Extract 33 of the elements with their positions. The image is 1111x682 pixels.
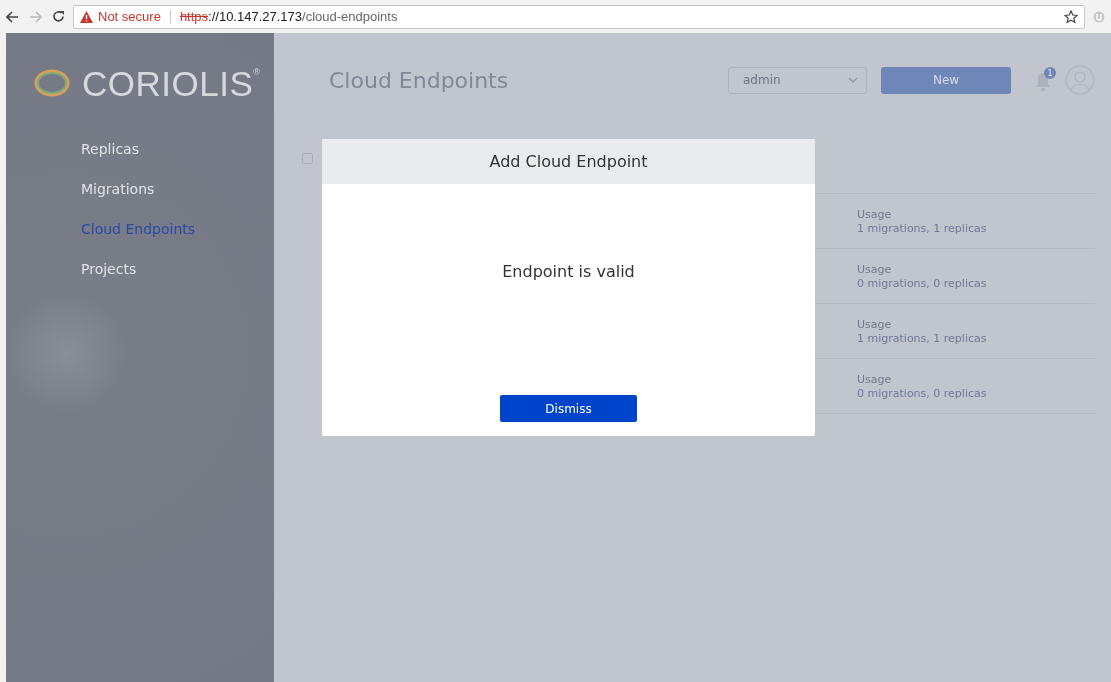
- warning-icon: [80, 10, 93, 23]
- reload-icon[interactable]: [52, 10, 65, 23]
- extension-icon[interactable]: [1093, 10, 1105, 23]
- nav-item[interactable]: Cloud Endpoints: [81, 219, 196, 240]
- back-icon[interactable]: [6, 10, 19, 23]
- nav-item[interactable]: Migrations: [81, 179, 155, 200]
- usage-label: Usage: [857, 262, 892, 276]
- notification-badge: 1: [1044, 67, 1056, 79]
- star-icon[interactable]: [1064, 9, 1078, 24]
- usage-value: 1 migrations, 1 replicas: [857, 221, 987, 235]
- usage-label: Usage: [857, 372, 892, 386]
- security-label: Not secure: [98, 9, 161, 24]
- forward-icon[interactable]: [29, 10, 42, 23]
- dialog-message: Endpoint is valid: [502, 262, 635, 283]
- logo-text: CORIOLIS$^{®}$: [82, 65, 261, 101]
- chevron-down-icon: [848, 77, 858, 83]
- project-dropdown[interactable]: admin: [728, 66, 867, 94]
- logo-icon: [34, 68, 70, 98]
- usage-value: 0 migrations, 0 replicas: [857, 276, 987, 290]
- dialog-title: Add Cloud Endpoint: [489, 152, 648, 171]
- page-title: Cloud Endpoints: [329, 67, 510, 93]
- select-all-checkbox[interactable]: [302, 153, 313, 164]
- usage-value: 0 migrations, 0 replicas: [857, 386, 987, 400]
- dismiss-button[interactable]: Dismiss: [500, 395, 637, 422]
- address-bar[interactable]: Not secure https://10.147.27.173/cloud-endpoints: [73, 4, 1085, 29]
- nav-item[interactable]: Replicas: [81, 139, 139, 160]
- usage-label: Usage: [857, 207, 892, 221]
- url-text: https://10.147.27.173/cloud-endpoints: [179, 9, 398, 24]
- nav-item[interactable]: Projects: [81, 259, 137, 280]
- notification-button[interactable]: 1: [1035, 67, 1057, 93]
- usage-value: 1 migrations, 1 replicas: [857, 331, 987, 345]
- new-button[interactable]: New: [881, 66, 1011, 94]
- usage-label: Usage: [857, 317, 892, 331]
